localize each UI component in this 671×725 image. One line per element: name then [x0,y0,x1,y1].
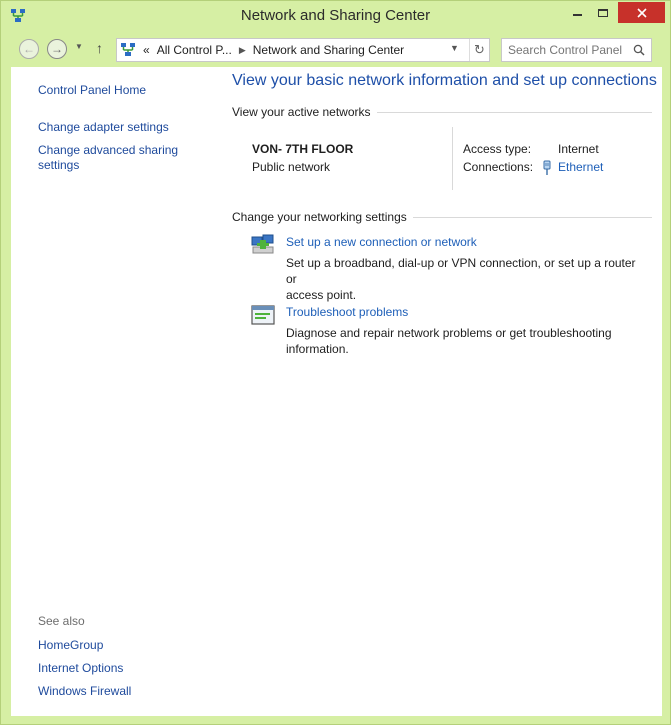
title-bar: Network and Sharing Center [1,1,670,31]
troubleshoot-icon [251,305,275,325]
address-history-button[interactable]: ▼ [450,43,459,53]
change-advanced-sharing-line1: Change advanced sharing [38,143,179,157]
new-connection-icon [251,234,274,254]
access-type-label: Access type: [463,142,532,156]
see-also-label: See also [38,614,85,628]
maximize-button[interactable] [590,2,616,23]
change-settings-label: Change your networking settings [232,210,407,224]
left-nav-pane: Control Panel Home Change adapter settin… [11,67,211,716]
change-settings-header: Change your networking settings [232,210,652,224]
breadcrumb-network-sharing-center[interactable]: Network and Sharing Center [253,43,404,57]
breadcrumb-overflow[interactable]: « [143,43,150,57]
vertical-divider [452,127,453,190]
up-button[interactable]: ↑ [96,40,103,56]
troubleshoot-desc-line2: information. [286,342,349,356]
back-button[interactable]: ← [19,39,39,59]
network-type-link[interactable]: Public network [252,160,330,174]
windows-firewall-link[interactable]: Windows Firewall [38,684,131,699]
internet-options-link[interactable]: Internet Options [38,661,123,676]
chevron-down-icon: ▼ [75,42,83,51]
change-adapter-settings-link[interactable]: Change adapter settings [38,120,169,135]
ethernet-connection-link[interactable]: Ethernet [558,160,603,174]
change-advanced-sharing-line2: settings [38,158,80,172]
chevron-right-icon[interactable]: ▶ [239,45,246,56]
homegroup-link[interactable]: HomeGroup [38,638,103,653]
setup-new-connection-link[interactable]: Set up a new connection or network [286,235,477,249]
forward-button[interactable]: → [47,39,67,59]
active-networks-label: View your active networks [232,105,371,119]
search-icon[interactable] [633,44,645,56]
refresh-button[interactable]: ↻ [469,39,489,61]
troubleshoot-desc-line1: Diagnose and repair network problems or … [286,326,612,340]
page-title: View your basic network information and … [232,72,657,89]
close-button[interactable] [618,2,665,23]
troubleshoot-description: Diagnose and repair network problems or … [286,325,646,357]
section-divider [376,111,652,113]
setup-desc-line2: access point. [286,288,357,302]
active-networks-header: View your active networks [232,105,652,119]
network-sharing-center-window: Network and Sharing Center ← → ▼ ↑ « All… [0,0,671,725]
control-panel-home-link[interactable]: Control Panel Home [38,83,146,98]
maximize-icon [598,8,608,17]
chevron-down-icon: ▼ [450,43,459,53]
setup-desc-line1: Set up a broadband, dial-up or VPN conne… [286,256,636,286]
section-divider [412,216,652,218]
setup-new-connection-description: Set up a broadband, dial-up or VPN conne… [286,255,646,303]
access-type-value: Internet [558,142,599,156]
minimize-button[interactable] [564,2,590,23]
content-area: Control Panel Home Change adapter settin… [11,67,662,716]
connections-label: Connections: [463,160,534,174]
troubleshoot-problems-link[interactable]: Troubleshoot problems [286,305,408,319]
refresh-icon: ↻ [474,42,485,57]
breadcrumb: « All Control P... ▶ Network and Sharing… [143,43,404,57]
breadcrumb-all-control-panel[interactable]: All Control P... [157,43,232,57]
network-name: VON- 7TH FLOOR [252,142,354,156]
change-advanced-sharing-link[interactable]: Change advanced sharing settings [38,143,178,173]
control-panel-icon [121,43,135,56]
search-input[interactable] [502,39,630,61]
forward-arrow-icon: → [51,42,63,56]
search-box[interactable] [501,38,652,62]
up-arrow-icon: ↑ [96,40,103,56]
ethernet-icon [543,160,551,175]
back-arrow-icon: ← [23,42,35,56]
close-icon [636,7,647,18]
navigation-bar: ← → ▼ ↑ « All Control P... ▶ Network and… [1,31,670,67]
recent-locations-button[interactable]: ▼ [75,42,83,51]
minimize-icon [572,14,582,16]
address-bar[interactable]: « All Control P... ▶ Network and Sharing… [116,38,490,62]
